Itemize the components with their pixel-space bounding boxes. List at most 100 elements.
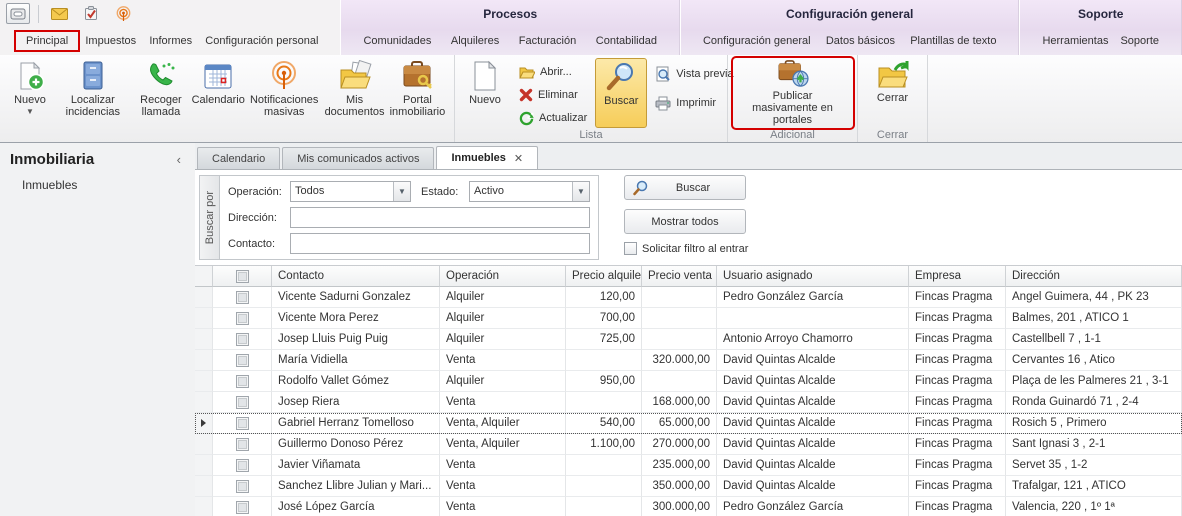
buscar-filter-button[interactable]: Buscar [624, 175, 746, 200]
portal-inmobiliario-button[interactable]: Portal inmobiliario [385, 58, 450, 128]
open-folder-icon [519, 66, 535, 79]
ribbon-tab-configuracion-general[interactable]: Configuración general [697, 32, 817, 50]
table-row[interactable]: María Vidiella Venta 320.000,00 David Qu… [195, 350, 1182, 371]
operacion-select[interactable]: Todos ▼ [290, 181, 411, 202]
column-header-operacion[interactable]: Operación [440, 266, 566, 287]
ribbon-tab-facturacion[interactable]: Facturación [513, 32, 582, 50]
calendario-button[interactable]: Calendario [192, 58, 244, 128]
tab-inmuebles[interactable]: Inmuebles ✕ [436, 146, 538, 169]
column-header-precio-venta[interactable]: Precio venta [642, 266, 717, 287]
tab-calendario[interactable]: Calendario [197, 147, 280, 169]
ribbon-tab-principal[interactable]: Principal [16, 32, 78, 50]
row-checkbox[interactable] [236, 354, 249, 367]
recoger-llamada-button[interactable]: Recoger llamada [130, 58, 193, 128]
row-checkbox-cell[interactable] [213, 287, 272, 308]
direccion-input[interactable] [290, 207, 590, 228]
table-row[interactable]: Javier Viñamata Venta 235.000,00 David Q… [195, 455, 1182, 476]
row-checkbox[interactable] [236, 417, 249, 430]
column-header-precio-alquiler[interactable]: Precio alquiler [566, 266, 642, 287]
cell-empresa: Fincas Pragma [909, 413, 1006, 434]
table-row[interactable]: Vicente Sadurni Gonzalez Alquiler 120,00… [195, 287, 1182, 308]
column-header-empresa[interactable]: Empresa [909, 266, 1006, 287]
eliminar-button[interactable]: Eliminar [515, 85, 591, 105]
collapse-chevron-icon[interactable]: ‹ [177, 152, 181, 167]
row-checkbox-cell[interactable] [213, 392, 272, 413]
chevron-down-icon[interactable]: ▼ [572, 182, 589, 201]
column-header-direccion[interactable]: Dirección [1006, 266, 1182, 287]
tasks-check-icon[interactable] [79, 3, 103, 24]
row-checkbox[interactable] [236, 480, 249, 493]
table-row[interactable]: José López García Venta 300.000,00 Pedro… [195, 497, 1182, 516]
sidebar-item-inmuebles[interactable]: Inmuebles [0, 168, 195, 192]
estado-select[interactable]: Activo ▼ [469, 181, 590, 202]
row-checkbox-cell[interactable] [213, 371, 272, 392]
nuevo-lista-button[interactable]: Nuevo [459, 58, 511, 128]
group-label-adicional: Adicional [728, 129, 857, 141]
row-checkbox[interactable] [236, 501, 249, 514]
cell-precio-alquiler: 120,00 [566, 287, 642, 308]
publicar-masivamente-button[interactable]: Publicar masivamente en portales [733, 58, 853, 128]
row-checkbox[interactable] [236, 459, 249, 472]
ribbon-tab-soporte[interactable]: Soporte [1114, 32, 1165, 50]
column-header-usuario[interactable]: Usuario asignado [717, 266, 909, 287]
mail-icon[interactable] [47, 3, 71, 24]
ribbon-tab-comunidades[interactable]: Comunidades [357, 32, 437, 50]
nuevo-button[interactable]: Nuevo ▼ [4, 58, 56, 128]
row-checkbox-cell[interactable] [213, 350, 272, 371]
imprimir-button[interactable]: Imprimir [651, 93, 737, 113]
cerrar-button[interactable]: Cerrar [867, 58, 919, 128]
abrir-button[interactable]: Abrir... [515, 62, 591, 82]
buscar-button[interactable]: Buscar [595, 58, 647, 128]
mis-documentos-button[interactable]: Mis documentos [324, 58, 385, 128]
row-checkbox[interactable] [236, 312, 249, 325]
row-checkbox[interactable] [236, 438, 249, 451]
ribbon-tab-alquileres[interactable]: Alquileres [445, 32, 505, 50]
table-row[interactable]: Gabriel Herranz Tomelloso Venta, Alquile… [195, 413, 1182, 434]
inmuebles-panel: Buscar por Operación: Todos ▼ Estado: [195, 169, 1182, 516]
row-checkbox-cell[interactable] [213, 434, 272, 455]
row-checkbox-cell[interactable] [213, 497, 272, 516]
row-checkbox[interactable] [236, 333, 249, 346]
ribbon-tab-contabilidad[interactable]: Contabilidad [590, 32, 663, 50]
header-checkbox-cell[interactable] [213, 266, 272, 287]
row-checkbox-cell[interactable] [213, 476, 272, 497]
row-checkbox[interactable] [236, 375, 249, 388]
ribbon-tab-herramientas[interactable]: Herramientas [1036, 32, 1114, 50]
cell-contacto: Javier Viñamata [272, 455, 440, 476]
ribbon-tab-datos-basicos[interactable]: Datos básicos [820, 32, 901, 50]
table-row[interactable]: Sanchez Llibre Julian y Mari... Venta 35… [195, 476, 1182, 497]
ribbon-tab-informes[interactable]: Informes [143, 32, 198, 50]
ribbon-tab-impuestos[interactable]: Impuestos [79, 32, 142, 50]
row-checkbox-cell[interactable] [213, 308, 272, 329]
table-row[interactable]: Vicente Mora Perez Alquiler 700,00 Finca… [195, 308, 1182, 329]
mostrar-todos-button[interactable]: Mostrar todos [624, 209, 746, 234]
app-icon[interactable] [6, 3, 30, 24]
ribbon-tab-configuracion-personal[interactable]: Configuración personal [199, 32, 324, 50]
vista-previa-button[interactable]: Vista previa [651, 64, 737, 84]
solicitar-filtro-checkbox[interactable] [624, 242, 637, 255]
row-checkbox[interactable] [236, 396, 249, 409]
select-all-checkbox[interactable] [236, 270, 249, 283]
table-row[interactable]: Josep Lluis Puig Puig Alquiler 725,00 An… [195, 329, 1182, 350]
table-row[interactable]: Guillermo Donoso Pérez Venta, Alquiler 1… [195, 434, 1182, 455]
localizar-incidencias-button[interactable]: Localizar incidencias [56, 58, 130, 128]
table-row[interactable]: Rodolfo Vallet Gómez Alquiler 950,00 Dav… [195, 371, 1182, 392]
notificaciones-masivas-button[interactable]: Notificaciones masivas [244, 58, 324, 128]
tab-close-icon[interactable]: ✕ [514, 152, 523, 165]
chevron-down-icon[interactable]: ▼ [393, 182, 410, 201]
contacto-input[interactable] [290, 233, 590, 254]
row-checkbox-cell[interactable] [213, 413, 272, 434]
tab-mis-comunicados[interactable]: Mis comunicados activos [282, 147, 434, 169]
table-row[interactable]: Josep Riera Venta 168.000,00 David Quint… [195, 392, 1182, 413]
briefcase-globe-icon [776, 60, 810, 88]
row-checkbox[interactable] [236, 291, 249, 304]
filter-buttons: Buscar Mostrar todos Solicitar filtro al… [624, 175, 746, 255]
cell-direccion: Valencia, 220 , 1º 1ª [1006, 497, 1182, 516]
row-checkbox-cell[interactable] [213, 329, 272, 350]
actualizar-button[interactable]: Actualizar [515, 108, 591, 128]
row-checkbox-cell[interactable] [213, 455, 272, 476]
ribbon-tab-plantillas[interactable]: Plantillas de texto [904, 32, 1002, 50]
magnifier-icon [633, 180, 649, 196]
broadcast-icon[interactable] [111, 3, 135, 24]
column-header-contacto[interactable]: Contacto [272, 266, 440, 287]
